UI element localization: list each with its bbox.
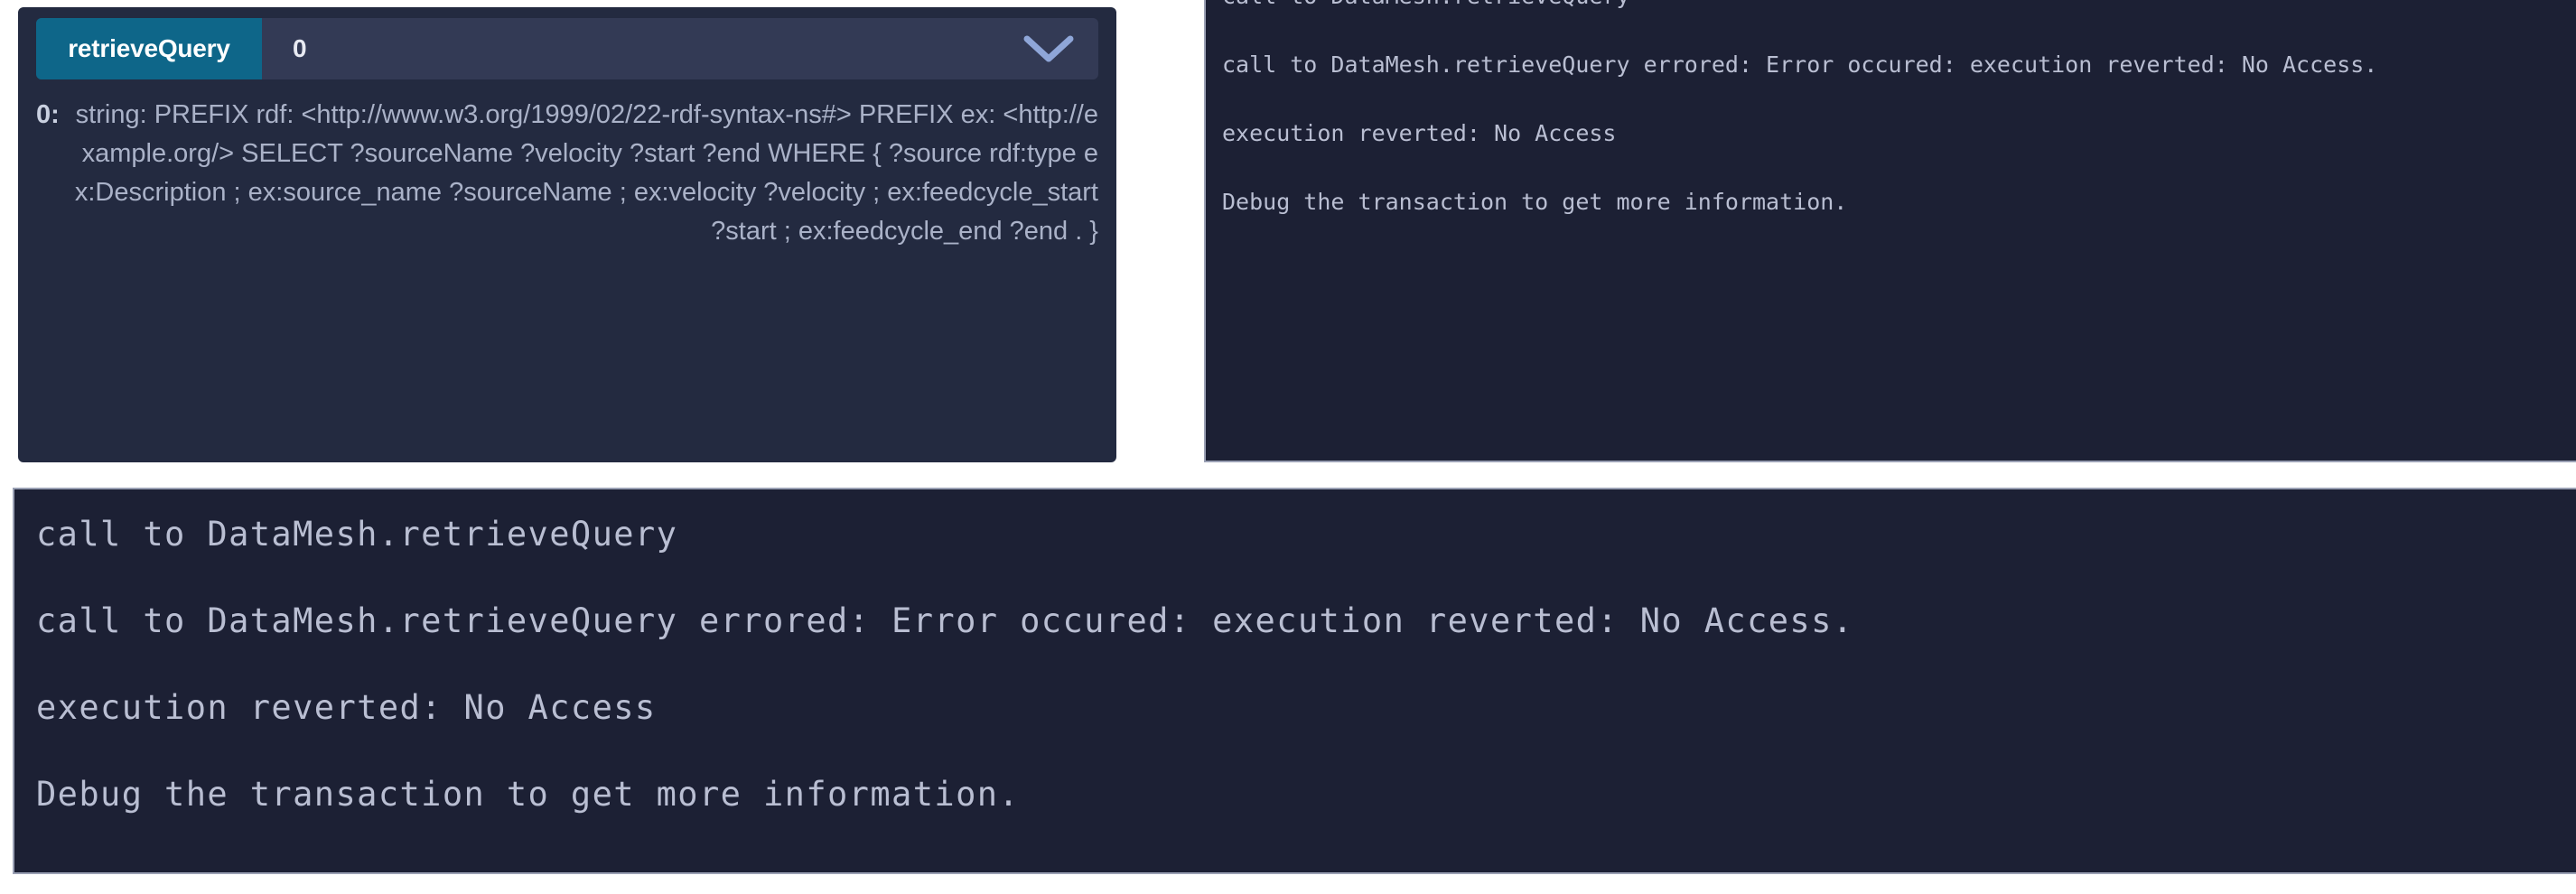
expand-toggle-button[interactable] (999, 18, 1098, 79)
argument-count-field[interactable]: 0 (262, 18, 999, 79)
argument-value-text: string: PREFIX rdf: <http://www.w3.org/1… (74, 100, 1098, 246)
console-top-lines: call to DataMesh.retrieveQuery call to D… (1206, 0, 2576, 217)
argument-count-value: 0 (293, 34, 307, 62)
decoded-call-panel: retrieveQuery 0 0: string: PREFIX rdf: <… (18, 7, 1116, 462)
console-output-bottom[interactable]: call to DataMesh.retrieveQuery call to D… (13, 488, 2576, 874)
console-line: call to DataMesh.retrieveQuery errored: … (36, 601, 1854, 640)
function-name-pill[interactable]: retrieveQuery (36, 18, 262, 79)
console-output-top[interactable]: call to DataMesh.retrieveQuery call to D… (1204, 0, 2576, 462)
argument-index-label: 0: (36, 100, 60, 129)
console-bottom-lines: call to DataMesh.retrieveQuery call to D… (14, 489, 2576, 816)
call-header-row[interactable]: retrieveQuery 0 (36, 18, 1098, 79)
console-line: execution reverted: No Access (36, 688, 657, 727)
argument-row: 0: string: PREFIX rdf: <http://www.w3.or… (36, 96, 1098, 251)
console-line: execution reverted: No Access (1222, 120, 1617, 146)
console-line: call to DataMesh.retrieveQuery (36, 515, 678, 554)
console-line: Debug the transaction to get more inform… (1222, 189, 1848, 215)
console-line: call to DataMesh.retrieveQuery errored: … (1222, 51, 2378, 78)
function-name-label: retrieveQuery (68, 34, 230, 62)
chevron-down-icon (1023, 33, 1074, 64)
console-line: Debug the transaction to get more inform… (36, 775, 1021, 814)
console-line: call to DataMesh.retrieveQuery (1222, 0, 2576, 11)
